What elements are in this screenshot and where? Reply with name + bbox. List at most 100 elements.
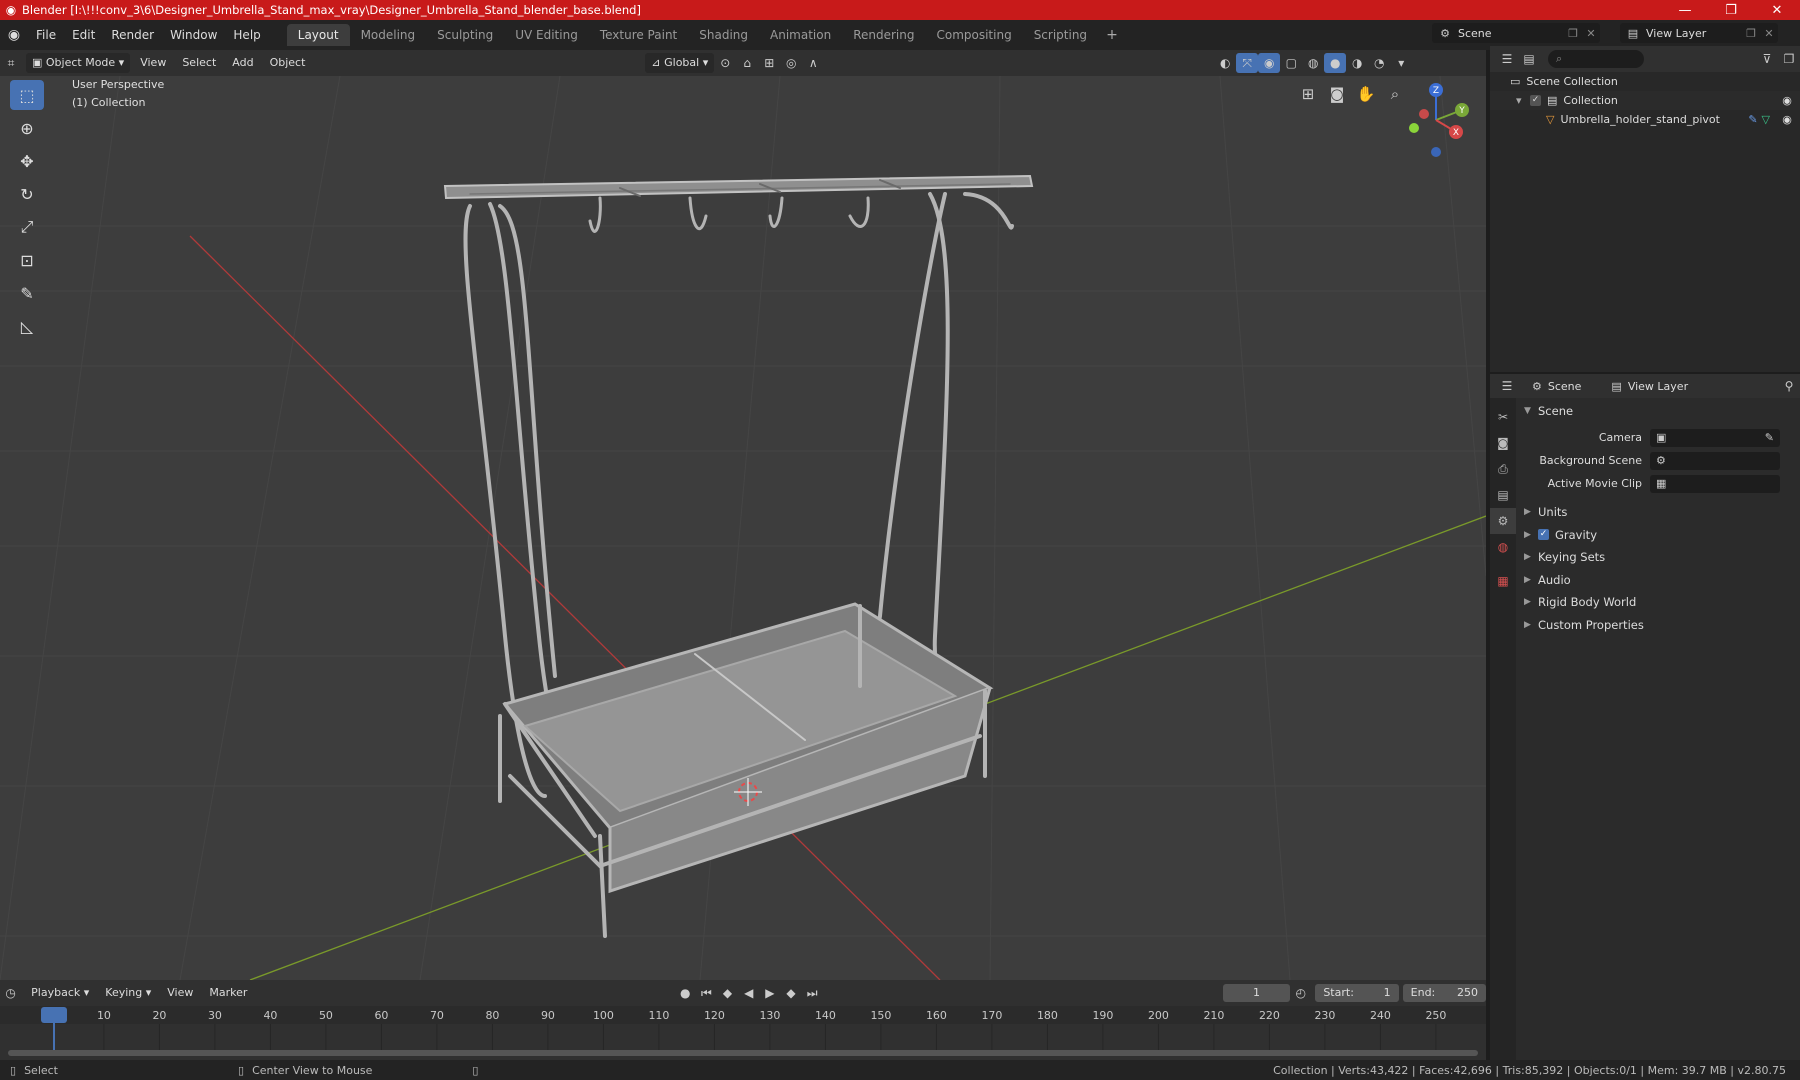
menu-window[interactable]: Window bbox=[162, 20, 225, 50]
timeline-ruler[interactable]: 1102030405060708090100110120130140150160… bbox=[0, 1006, 1486, 1060]
rigid-body-world-subpanel[interactable]: ▶ Rigid Body World bbox=[1516, 591, 1800, 614]
timeline-editor-icon[interactable]: ◷ bbox=[0, 983, 21, 1003]
viewport-scene[interactable] bbox=[0, 76, 1486, 980]
pin-icon[interactable]: ⚲ bbox=[1778, 376, 1800, 396]
scene-tab-icon[interactable]: ⚙ bbox=[1490, 508, 1516, 534]
timeline-menu-keying[interactable]: Keying ▾ bbox=[99, 983, 157, 1003]
scene-panel-header[interactable]: ▼ Scene bbox=[1516, 400, 1800, 422]
delete-scene-icon[interactable]: ✕ bbox=[1582, 27, 1600, 40]
scene-context-label[interactable]: Scene bbox=[1548, 380, 1582, 393]
material-shading-icon[interactable]: ◑ bbox=[1346, 53, 1368, 73]
pivot-point-icon[interactable]: ⊙ bbox=[714, 53, 736, 73]
umbrella-stand-model[interactable] bbox=[443, 174, 1034, 938]
cursor-tool-icon[interactable]: ⊕ bbox=[10, 113, 44, 143]
jump-end-icon[interactable]: ⏭ bbox=[802, 983, 823, 1003]
visibility-icon[interactable]: ◐ bbox=[1214, 53, 1236, 73]
close-button[interactable]: ✕ bbox=[1754, 3, 1800, 18]
object-visibility-eye-icon[interactable]: ◉ bbox=[1774, 113, 1800, 126]
annotate-tool-icon[interactable]: ✎ bbox=[10, 278, 44, 308]
timeline-scrollbar[interactable] bbox=[8, 1050, 1478, 1056]
collection-include-checkbox[interactable]: ✓ bbox=[1530, 95, 1541, 106]
filter-icon[interactable]: ⊽ bbox=[1756, 49, 1778, 69]
tab-texture-paint[interactable]: Texture Paint bbox=[589, 24, 688, 46]
viewport-menu-add[interactable]: Add bbox=[226, 53, 259, 73]
tab-sculpting[interactable]: Sculpting bbox=[426, 24, 504, 46]
tab-animation[interactable]: Animation bbox=[759, 24, 842, 46]
xray-icon[interactable]: ▢ bbox=[1280, 53, 1302, 73]
toggle-camera-view-icon[interactable]: ⊞ bbox=[1294, 80, 1322, 108]
add-workspace-button[interactable]: + bbox=[1098, 27, 1126, 43]
3d-viewport[interactable]: ⬚ ⊕ ✥ ↻ ⤢ ⊡ ✎ ◺ User Perspective (1) Col… bbox=[0, 76, 1486, 980]
shading-options-icon[interactable]: ▾ bbox=[1390, 53, 1412, 73]
render-tab-icon[interactable]: ◙ bbox=[1490, 430, 1516, 456]
gizmo-toggle-icon[interactable]: ⤧ bbox=[1236, 53, 1259, 73]
select-box-tool-icon[interactable]: ⬚ bbox=[10, 80, 44, 110]
tab-layout[interactable]: Layout bbox=[286, 24, 350, 46]
current-frame-field[interactable]: 1 bbox=[1222, 984, 1291, 1002]
modifier-wrench-icon[interactable]: ✎ bbox=[1748, 113, 1757, 126]
object-mode-dropdown[interactable]: ▣ Object Mode ▾ bbox=[26, 53, 131, 73]
view-layer-context-label[interactable]: View Layer bbox=[1628, 380, 1688, 393]
tab-scripting[interactable]: Scripting bbox=[1023, 24, 1098, 46]
gizmo-neg-y-icon[interactable] bbox=[1409, 123, 1419, 133]
units-subpanel[interactable]: ▶ Units bbox=[1516, 501, 1800, 524]
display-mode-icon[interactable]: ▤ bbox=[1518, 49, 1540, 69]
viewport-menu-view[interactable]: View bbox=[134, 53, 172, 73]
viewport-menu-select[interactable]: Select bbox=[176, 53, 222, 73]
play-icon[interactable]: ▶ bbox=[759, 983, 780, 1003]
outliner-search-input[interactable]: ⌕ bbox=[1548, 50, 1644, 68]
proportional-edit-icon[interactable]: ◎ bbox=[780, 53, 802, 73]
falloff-icon[interactable]: ∧ bbox=[802, 53, 824, 73]
mesh-data-icon[interactable]: ▽ bbox=[1762, 113, 1770, 126]
outliner-editor-icon[interactable]: ☰ bbox=[1496, 49, 1518, 69]
measure-tool-icon[interactable]: ◺ bbox=[10, 311, 44, 341]
move-tool-icon[interactable]: ✥ bbox=[10, 146, 44, 176]
blender-menu-icon[interactable]: ◉ bbox=[0, 27, 28, 43]
new-view-layer-icon[interactable]: ❐ bbox=[1742, 27, 1760, 40]
tab-compositing[interactable]: Compositing bbox=[925, 24, 1022, 46]
next-keyframe-icon[interactable]: ◆ bbox=[780, 983, 801, 1003]
properties-editor-icon[interactable]: ☰ bbox=[1496, 376, 1518, 396]
output-tab-icon[interactable]: ⎙ bbox=[1490, 456, 1516, 482]
audio-subpanel[interactable]: ▶ Audio bbox=[1516, 569, 1800, 592]
transform-orientation-dropdown[interactable]: ⊿ Global ▾ bbox=[645, 53, 715, 73]
rendered-shading-icon[interactable]: ◔ bbox=[1368, 53, 1390, 73]
jump-start-icon[interactable]: ⏮ bbox=[696, 983, 717, 1003]
new-scene-icon[interactable]: ❐ bbox=[1564, 27, 1582, 40]
keying-sets-subpanel[interactable]: ▶ Keying Sets bbox=[1516, 546, 1800, 569]
camera-field[interactable]: ▣ ✎ bbox=[1650, 428, 1780, 447]
editor-type-icon[interactable]: ⌗ bbox=[0, 53, 22, 73]
frame-ruler[interactable]: 1102030405060708090100110120130140150160… bbox=[0, 1006, 1486, 1060]
menu-edit[interactable]: Edit bbox=[64, 20, 103, 50]
gravity-checkbox[interactable]: ✓ bbox=[1538, 529, 1549, 541]
timeline-menu-playback[interactable]: Playback ▾ bbox=[25, 983, 95, 1003]
view-layer-tab-icon[interactable]: ▤ bbox=[1490, 482, 1516, 508]
menu-file[interactable]: File bbox=[28, 20, 64, 50]
snap-icon[interactable]: ⌂ bbox=[736, 53, 758, 73]
transform-tool-icon[interactable]: ⊡ bbox=[10, 245, 44, 275]
menu-render[interactable]: Render bbox=[103, 20, 162, 50]
gizmo-neg-z-icon[interactable] bbox=[1431, 147, 1441, 157]
view-layer-selector[interactable]: ▤ View Layer ❐ ✕ bbox=[1620, 23, 1778, 43]
background-scene-field[interactable]: ⚙ bbox=[1650, 451, 1780, 470]
scale-tool-icon[interactable]: ⤢ bbox=[10, 212, 44, 242]
menu-help[interactable]: Help bbox=[225, 20, 268, 50]
tab-shading[interactable]: Shading bbox=[688, 24, 759, 46]
gravity-subpanel[interactable]: ▶ ✓ Gravity bbox=[1516, 524, 1800, 547]
collapse-arrow-icon[interactable]: ▾ bbox=[1516, 94, 1530, 107]
end-frame-field[interactable]: End: 250 bbox=[1402, 984, 1486, 1002]
pan-view-icon[interactable]: ✋ bbox=[1352, 80, 1380, 108]
minimize-button[interactable]: — bbox=[1662, 3, 1708, 18]
start-frame-field[interactable]: Start: 1 bbox=[1315, 984, 1399, 1002]
outliner-scene-collection[interactable]: ▭ Scene Collection bbox=[1490, 72, 1800, 91]
eyedropper-icon[interactable]: ✎ bbox=[1765, 431, 1774, 444]
tab-uv-editing[interactable]: UV Editing bbox=[504, 24, 589, 46]
gizmo-neg-x-icon[interactable] bbox=[1419, 109, 1429, 119]
rotate-tool-icon[interactable]: ↻ bbox=[10, 179, 44, 209]
tool-tab-icon[interactable]: ✂ bbox=[1490, 404, 1516, 430]
navigation-gizmo[interactable]: Z Y X bbox=[1396, 80, 1476, 160]
scene-selector[interactable]: ⚙ Scene ❐ ✕ bbox=[1432, 23, 1600, 43]
new-collection-icon[interactable]: ❐ bbox=[1778, 49, 1800, 69]
playhead-marker[interactable] bbox=[41, 1007, 67, 1023]
maximize-button[interactable]: ❐ bbox=[1708, 3, 1754, 18]
